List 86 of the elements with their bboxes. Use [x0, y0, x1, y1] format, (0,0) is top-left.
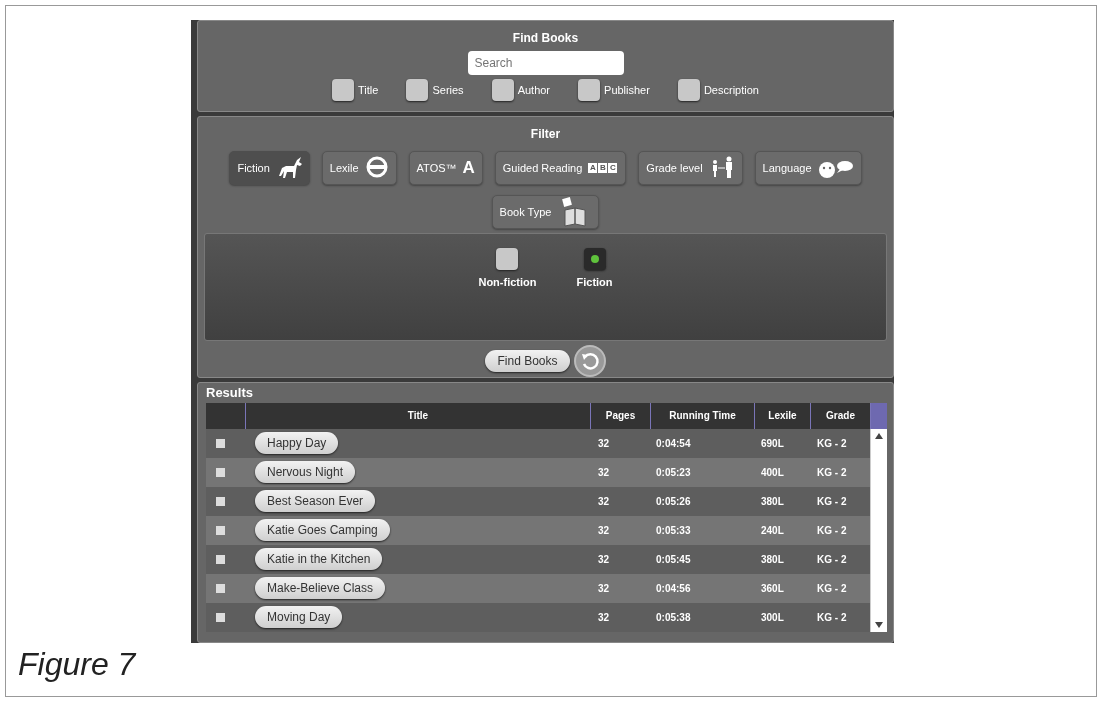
checkbox-label: Series [432, 82, 464, 98]
panel-title: Filter [529, 126, 562, 143]
row-checkbox[interactable] [216, 496, 225, 506]
table-cell-text: KG - 2 [817, 581, 847, 596]
checkbox-label: Publisher [604, 82, 650, 98]
table-cell-text: 32 [598, 436, 610, 451]
table-cell-text: 0:05:26 [656, 494, 691, 509]
row-checkbox[interactable] [216, 467, 225, 477]
table-cell-text: 300L [761, 610, 784, 625]
row-checkbox[interactable] [216, 525, 225, 535]
table-cell-text: KG - 2 [817, 465, 847, 480]
column-header: Pages [590, 402, 650, 429]
letter-block-icon: B [598, 163, 608, 173]
option-label: Fiction [576, 275, 613, 290]
table-cell-text: KG - 2 [817, 494, 847, 509]
scroll-up-icon[interactable] [875, 432, 883, 439]
row-checkbox[interactable] [216, 612, 225, 622]
checkbox[interactable] [677, 79, 700, 101]
search-field[interactable]: Search [467, 51, 624, 75]
book-title-button[interactable]: Katie Goes Camping [255, 519, 390, 541]
column-header: Title [245, 402, 590, 429]
table-cell-text: KG - 2 [817, 610, 847, 625]
find-books-button[interactable]: Find Books [485, 350, 570, 372]
table-cell-text: 400L [761, 465, 784, 480]
checkbox-label: Description [703, 82, 759, 98]
filter-button[interactable]: Guided Reading A B C [494, 151, 627, 185]
checkbox[interactable] [496, 248, 519, 270]
table-cell-text: 0:05:38 [656, 610, 691, 625]
book-title-button[interactable]: Happy Day [255, 432, 339, 454]
checkbox-label: Author [517, 82, 551, 98]
table-cell-text: 32 [598, 581, 610, 596]
book-title-button[interactable]: Best Season Ever [255, 490, 376, 512]
table-cell-text: 380L [761, 494, 784, 509]
table-cell-text: 32 [598, 523, 610, 538]
table-cell-text: KG - 2 [817, 436, 847, 451]
checkbox[interactable] [332, 79, 355, 101]
checkbox[interactable] [406, 79, 429, 101]
table-cell-text: 32 [598, 610, 610, 625]
book-title-button[interactable]: Katie in the Kitchen [255, 548, 383, 570]
filter-button[interactable]: Grade level [638, 151, 743, 185]
column-header: Running Time [650, 402, 754, 429]
table-cell-text: 32 [598, 552, 610, 567]
table-cell-text: 0:04:54 [656, 436, 691, 451]
table-cell-text: 360L [761, 581, 784, 596]
table-cell-text: 0:05:33 [656, 523, 691, 538]
table-cell-text: 0:05:45 [656, 552, 691, 567]
table-cell-text: KG - 2 [817, 552, 847, 567]
column-header: Grade [810, 402, 870, 429]
checkbox-label: Title [358, 82, 379, 98]
column-header [206, 402, 245, 429]
checkbox[interactable] [491, 79, 514, 101]
row-checkbox[interactable] [216, 438, 225, 448]
table-cell-text: 32 [598, 465, 610, 480]
table-cell-text: 32 [598, 494, 610, 509]
table-cell-text: 240L [761, 523, 784, 538]
table-cell-text: KG - 2 [817, 523, 847, 538]
panel-title: Find Books [512, 30, 579, 47]
filter-button[interactable]: Language [754, 151, 862, 185]
letter-block-icon: C [608, 163, 618, 173]
reset-button[interactable] [573, 345, 606, 377]
table-cell-text: 690L [761, 436, 784, 451]
reset-icon [579, 351, 600, 371]
checkbox[interactable] [578, 79, 601, 101]
panel-title: Results [205, 384, 254, 402]
table-cell-text: 0:04:56 [656, 581, 691, 596]
row-checkbox[interactable] [216, 583, 225, 593]
book-title-button[interactable]: Nervous Night [255, 461, 356, 483]
table-cell-text: 0:05:23 [656, 465, 691, 480]
book-title-button[interactable]: Make-Believe Class [255, 577, 386, 599]
filter-button[interactable]: Book Type [491, 195, 600, 229]
checkbox[interactable] [583, 248, 606, 270]
filter-button[interactable]: ATOS™ A [408, 151, 483, 185]
scroll-down-icon[interactable] [875, 621, 883, 628]
option-label: Non-fiction [478, 275, 537, 290]
scrollbar-corner [870, 402, 887, 429]
letter-block-icon: A [588, 163, 598, 173]
filter-button[interactable]: Fiction [229, 151, 310, 185]
figure-caption: Figure 7 [18, 645, 136, 684]
table-cell-text: 380L [761, 552, 784, 567]
column-header: Lexile [754, 402, 810, 429]
letter-icon: A [462, 155, 475, 181]
lexile-logo-icon [364, 156, 389, 180]
filter-button[interactable]: Lexile [321, 151, 397, 185]
scrollbar[interactable] [870, 428, 887, 632]
book-title-button[interactable]: Moving Day [255, 606, 343, 628]
row-checkbox[interactable] [216, 554, 225, 564]
